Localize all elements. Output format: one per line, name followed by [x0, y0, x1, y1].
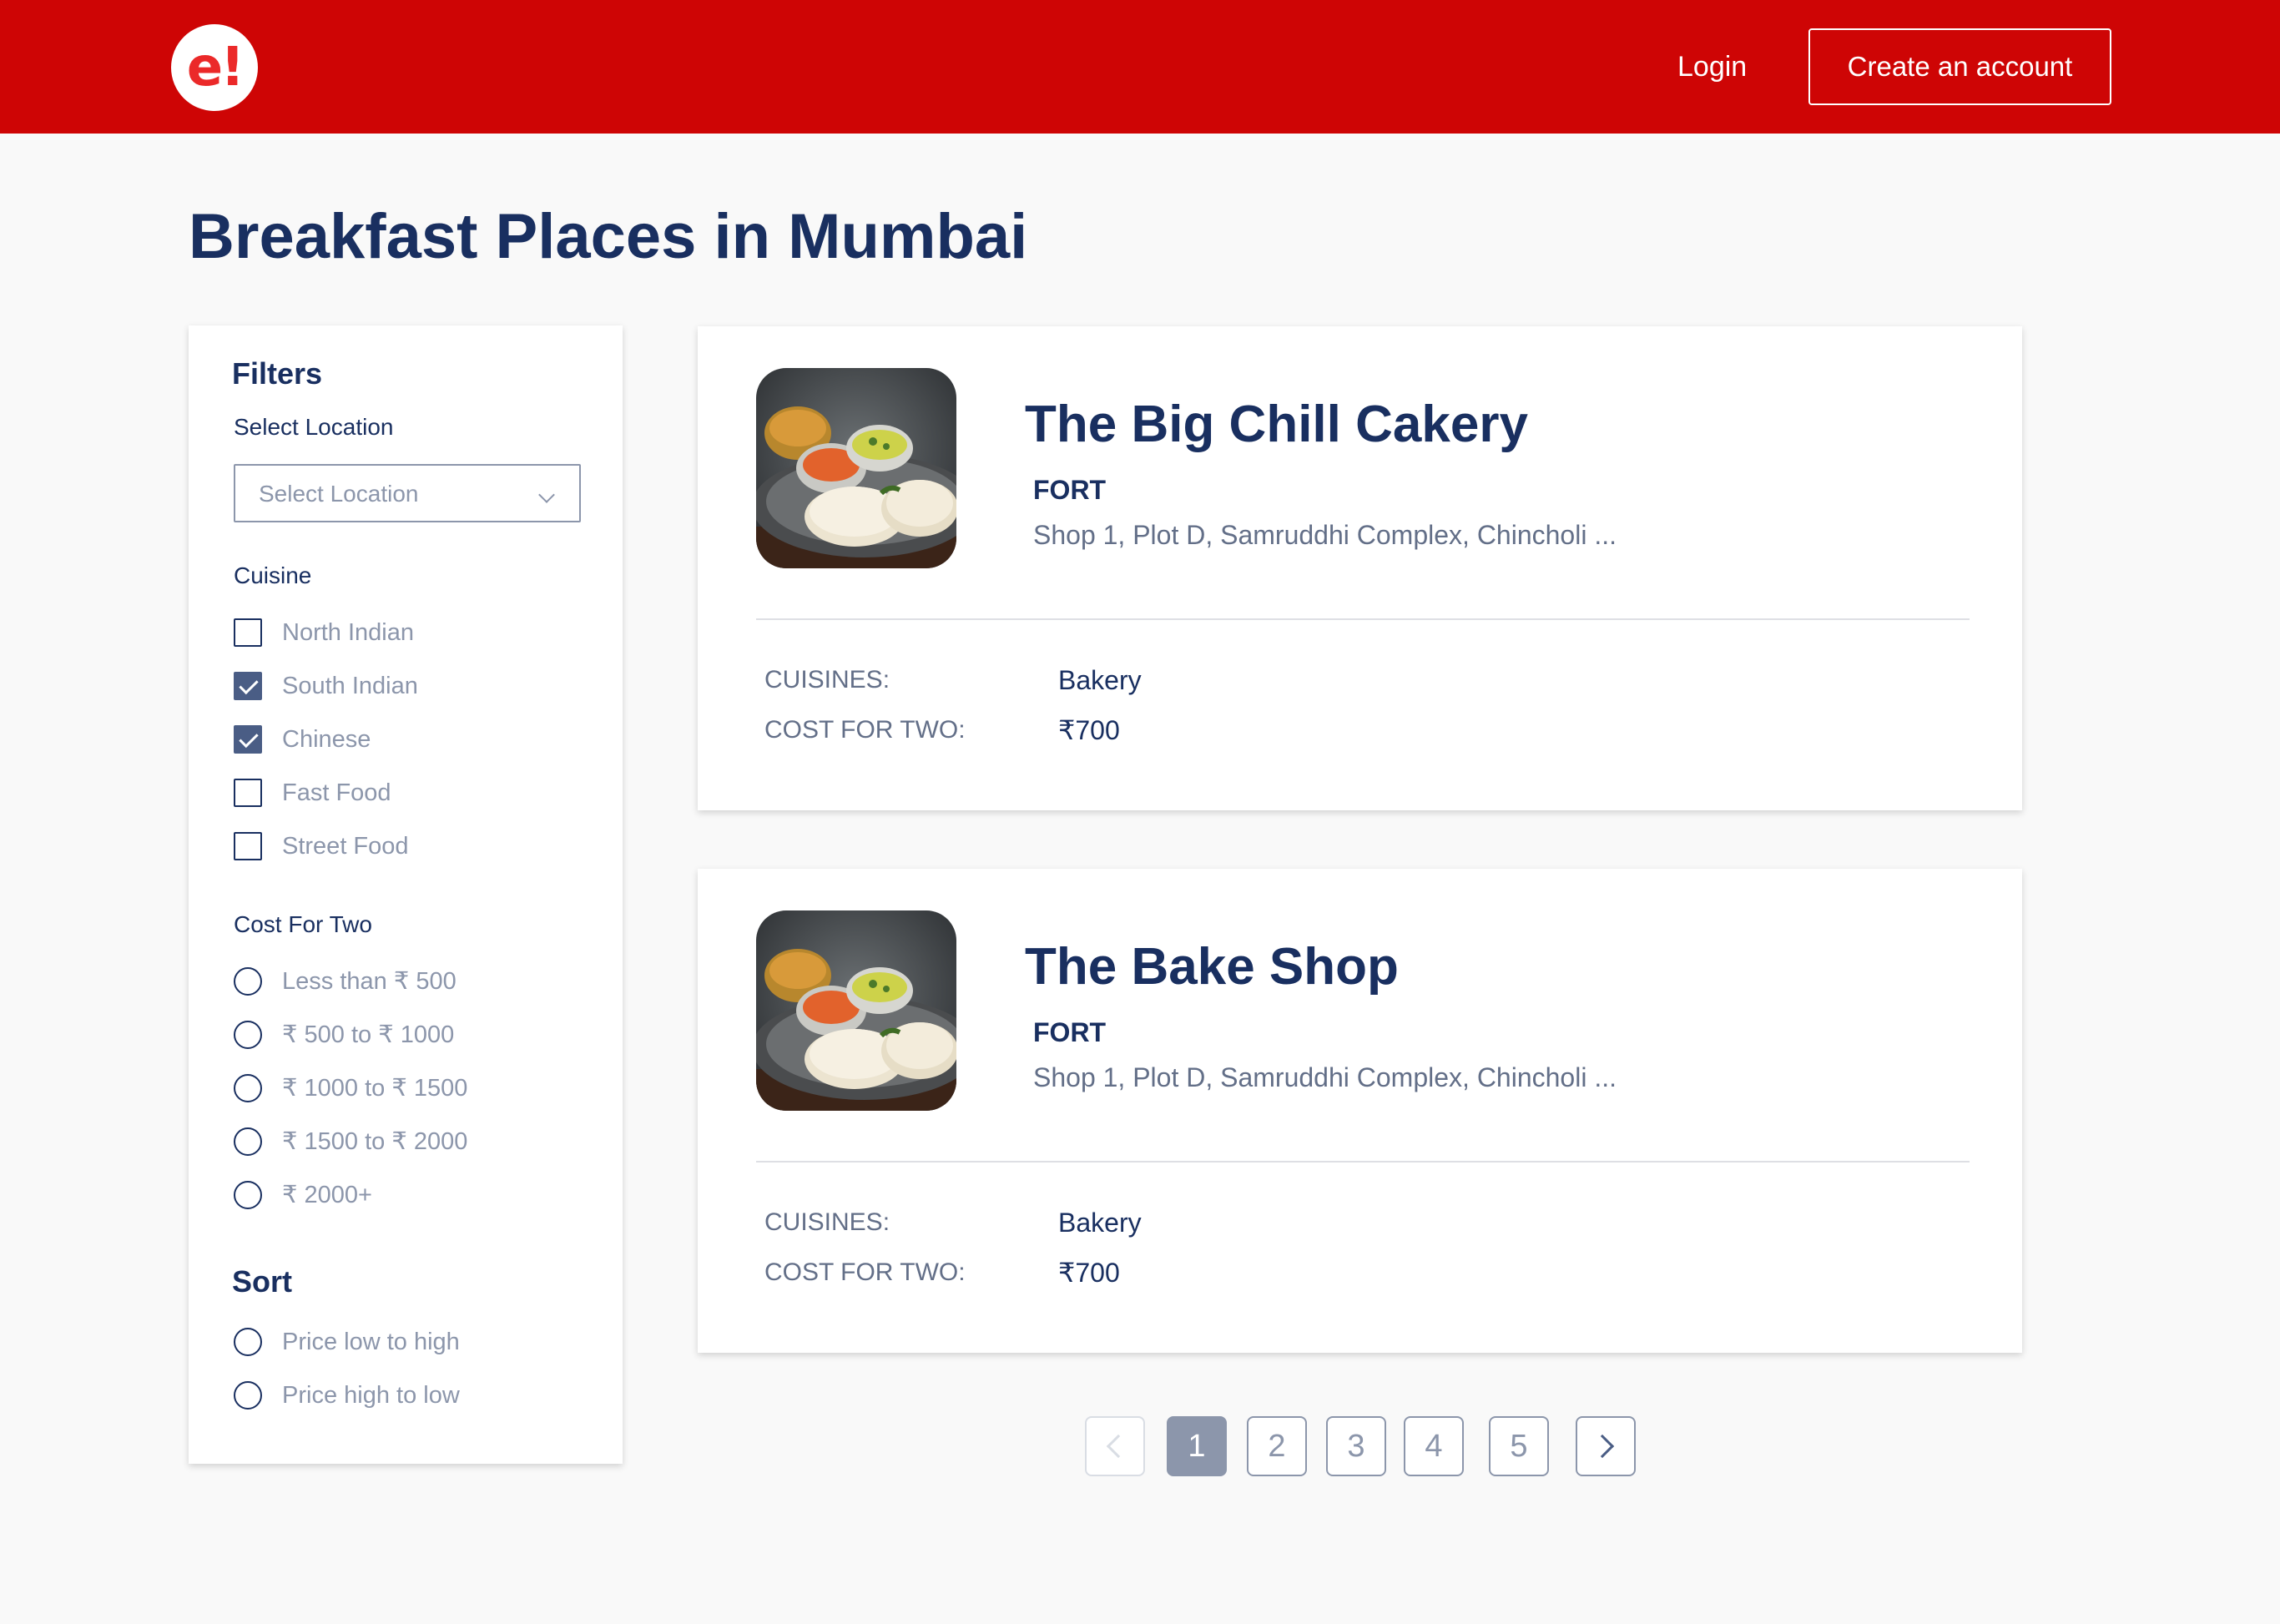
radio-button[interactable]: [234, 1181, 262, 1209]
login-link[interactable]: Login: [1677, 48, 1747, 85]
location-select[interactable]: Select Location: [234, 464, 581, 522]
cuisine-option-label: North Indian: [282, 619, 414, 646]
cost-option-label: ₹ 1000 to ₹ 1500: [282, 1075, 468, 1102]
restaurant-name[interactable]: The Bake Shop: [1025, 936, 1399, 999]
checkbox[interactable]: [234, 618, 262, 647]
location-select-placeholder: Select Location: [259, 481, 419, 507]
radio-button[interactable]: [234, 967, 262, 996]
pagination-page-3[interactable]: 3: [1326, 1416, 1386, 1476]
sort-option-high-low[interactable]: Price high to low: [234, 1379, 601, 1412]
pagination-page-1[interactable]: 1: [1167, 1416, 1227, 1476]
cuisines-key: CUISINES:: [764, 1208, 890, 1236]
cost-label: Cost For Two: [234, 911, 372, 937]
cuisines-value: Bakery: [1058, 1208, 1142, 1238]
cuisines-value: Bakery: [1058, 665, 1142, 695]
pagination-page-2[interactable]: 2: [1247, 1416, 1307, 1476]
cost-option-label: Less than ₹ 500: [282, 968, 457, 995]
sort-option-label: Price high to low: [282, 1382, 460, 1409]
cuisine-option-label: South Indian: [282, 673, 418, 699]
filters-heading: Filters: [232, 356, 323, 391]
cost-option-lt-500[interactable]: Less than ₹ 500: [234, 965, 601, 998]
top-navbar: e! Login Create an account: [0, 0, 2280, 134]
idli-plate-photo-icon: [756, 368, 956, 568]
pagination-page-4[interactable]: 4: [1404, 1416, 1464, 1476]
location-label: Select Location: [234, 414, 394, 440]
restaurant-name[interactable]: The Big Chill Cakery: [1025, 393, 1528, 456]
cost-key: COST FOR TWO:: [764, 1258, 966, 1286]
cost-option-label: ₹ 2000+: [282, 1182, 372, 1208]
checkbox[interactable]: [234, 779, 262, 807]
cost-option-label: ₹ 500 to ₹ 1000: [282, 1021, 455, 1048]
cuisine-option-label: Street Food: [282, 833, 409, 860]
cuisine-option-chinese[interactable]: Chinese: [234, 723, 601, 756]
cuisine-label: Cuisine: [234, 562, 312, 588]
cuisine-option-south-indian[interactable]: South Indian: [234, 669, 601, 703]
cost-option-label: ₹ 1500 to ₹ 2000: [282, 1128, 468, 1155]
cost-key: COST FOR TWO:: [764, 716, 966, 744]
pagination-next-button[interactable]: [1576, 1416, 1636, 1476]
brand-logo[interactable]: e!: [171, 24, 258, 111]
sort-heading: Sort: [232, 1264, 292, 1299]
restaurant-thumbnail[interactable]: [756, 910, 956, 1111]
restaurant-address: Shop 1, Plot D, Samruddhi Complex, Chinc…: [1033, 520, 1617, 550]
cost-value: ₹700: [1058, 1258, 1120, 1288]
idli-plate-photo-icon: [756, 910, 956, 1111]
restaurant-address: Shop 1, Plot D, Samruddhi Complex, Chinc…: [1033, 1062, 1617, 1092]
card-divider: [756, 618, 1970, 620]
cuisine-option-north-indian[interactable]: North Indian: [234, 616, 601, 649]
sort-option-label: Price low to high: [282, 1329, 460, 1355]
restaurant-locality: FORT: [1033, 475, 1107, 505]
cuisine-option-label: Chinese: [282, 726, 371, 753]
cost-option-2000-plus[interactable]: ₹ 2000+: [234, 1178, 601, 1212]
radio-button[interactable]: [234, 1127, 262, 1156]
pagination-page-5[interactable]: 5: [1489, 1416, 1549, 1476]
cost-option-500-1000[interactable]: ₹ 500 to ₹ 1000: [234, 1018, 601, 1052]
radio-button[interactable]: [234, 1381, 262, 1410]
pagination-prev-button[interactable]: [1085, 1416, 1145, 1476]
page-title: Breakfast Places in Mumbai: [189, 201, 1028, 272]
create-account-button[interactable]: Create an account: [1808, 28, 2111, 105]
chevron-left-icon: [1106, 1434, 1131, 1459]
filters-panel: Filters Select Location Select Location …: [189, 325, 623, 1464]
cost-option-1000-1500[interactable]: ₹ 1000 to ₹ 1500: [234, 1072, 601, 1105]
restaurant-card[interactable]: The Bake Shop FORT Shop 1, Plot D, Samru…: [698, 869, 2022, 1353]
cost-option-1500-2000[interactable]: ₹ 1500 to ₹ 2000: [234, 1125, 601, 1158]
checkbox-checked[interactable]: [234, 672, 262, 700]
cost-value: ₹700: [1058, 715, 1120, 745]
checkbox[interactable]: [234, 832, 262, 860]
chevron-right-icon: [1590, 1434, 1615, 1459]
restaurant-card[interactable]: The Big Chill Cakery FORT Shop 1, Plot D…: [698, 326, 2022, 810]
restaurant-thumbnail[interactable]: [756, 368, 956, 568]
radio-button[interactable]: [234, 1328, 262, 1356]
cuisine-option-street-food[interactable]: Street Food: [234, 830, 601, 863]
restaurant-locality: FORT: [1033, 1017, 1107, 1047]
sort-option-low-high[interactable]: Price low to high: [234, 1325, 601, 1359]
radio-button[interactable]: [234, 1074, 262, 1102]
chevron-down-icon: [538, 487, 555, 503]
cuisine-option-fast-food[interactable]: Fast Food: [234, 776, 601, 809]
cuisines-key: CUISINES:: [764, 666, 890, 693]
radio-button[interactable]: [234, 1021, 262, 1049]
cuisine-option-label: Fast Food: [282, 779, 391, 806]
card-divider: [756, 1161, 1970, 1163]
checkbox-checked[interactable]: [234, 725, 262, 754]
